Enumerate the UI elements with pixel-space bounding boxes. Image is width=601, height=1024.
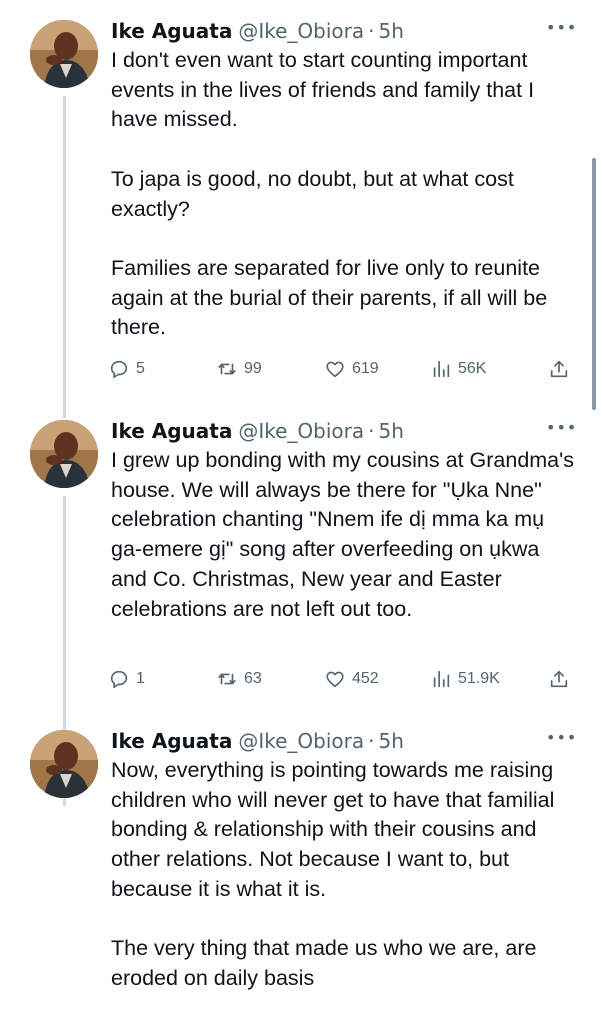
tweet-text: I don't even want to start counting impo… [111, 46, 576, 343]
tweet-header: Ike Aguata @Ike_Obiora · 5h [111, 16, 404, 46]
retweet-button[interactable]: 63 [216, 664, 262, 694]
author-handle[interactable]: @Ike_Obiora [238, 416, 364, 446]
tweet-paragraph: I grew up bonding with my cousins at Gra… [111, 448, 574, 621]
reply-icon [110, 670, 128, 689]
scrollbar[interactable] [592, 158, 596, 410]
timestamp[interactable]: 5h [378, 416, 403, 446]
tweet-header: Ike Aguata @Ike_Obiora · 5h [111, 416, 404, 446]
like-count: 619 [352, 360, 379, 377]
retweet-count: 63 [244, 670, 262, 687]
views-button[interactable]: 51.9K [430, 664, 500, 694]
retweet-button[interactable]: 99 [216, 354, 262, 384]
tweet-paragraph: I don't even want to start counting impo… [111, 48, 535, 132]
avatar[interactable] [30, 20, 98, 88]
reply-button[interactable]: 1 [108, 664, 145, 694]
avatar-photo [30, 730, 98, 798]
tweet-header: Ike Aguata @Ike_Obiora · 5h [111, 726, 404, 756]
reply-count: 5 [136, 360, 145, 377]
avatar[interactable] [30, 730, 98, 798]
more-horizontal-icon[interactable]: ••• [546, 728, 576, 748]
like-button[interactable]: 452 [324, 664, 379, 694]
separator-dot: · [368, 729, 375, 753]
share-button[interactable] [548, 354, 576, 384]
like-icon [326, 361, 344, 378]
reply-button[interactable]: 5 [108, 354, 145, 384]
author-handle[interactable]: @Ike_Obiora [238, 726, 364, 756]
author-name[interactable]: Ike Aguata [111, 16, 232, 46]
views-count: 51.9K [458, 670, 500, 687]
tweet-paragraph: To japa is good, no doubt, but at what c… [111, 166, 514, 221]
share-icon [550, 360, 568, 378]
reply-icon [110, 360, 128, 379]
avatar[interactable] [30, 420, 98, 488]
tweet-text: Now, everything is pointing towards me r… [111, 756, 576, 994]
author-name[interactable]: Ike Aguata [111, 726, 232, 756]
share-icon [550, 670, 568, 688]
tweet-paragraph: The very thing that made us who we are, … [111, 936, 537, 990]
tweet-text: I grew up bonding with my cousins at Gra… [111, 446, 576, 624]
like-button[interactable]: 619 [324, 354, 379, 384]
author-name[interactable]: Ike Aguata [111, 416, 232, 446]
retweet-icon [218, 673, 236, 685]
more-horizontal-icon[interactable]: ••• [546, 18, 576, 38]
views-count: 56K [458, 360, 487, 377]
avatar-photo [30, 20, 98, 88]
tweet-actions: 5 99 619 56K [108, 354, 578, 384]
timestamp[interactable]: 5h [378, 16, 403, 46]
avatar-photo [30, 420, 98, 488]
tweet-thread: Ike Aguata @Ike_Obiora · 5h ••• I don't … [0, 0, 601, 1024]
author-handle[interactable]: @Ike_Obiora [238, 16, 364, 46]
tweet-actions: 1 63 452 51.9K [108, 664, 578, 694]
separator-dot: · [368, 19, 375, 43]
like-count: 452 [352, 670, 379, 687]
tweet-paragraph: Families are separated for live only to … [111, 255, 548, 340]
separator-dot: · [368, 419, 375, 443]
tweet-paragraph: Now, everything is pointing towards me r… [111, 758, 555, 901]
reply-count: 1 [136, 670, 145, 687]
timestamp[interactable]: 5h [378, 726, 403, 756]
thread-connector [63, 96, 66, 418]
retweet-icon [218, 363, 236, 375]
share-button[interactable] [548, 664, 576, 694]
more-horizontal-icon[interactable]: ••• [546, 418, 576, 438]
views-button[interactable]: 56K [430, 354, 486, 384]
bottom-cutoff [0, 1014, 601, 1024]
like-icon [326, 671, 344, 688]
retweet-count: 99 [244, 360, 262, 377]
views-icon [433, 670, 450, 688]
views-icon [433, 360, 450, 378]
